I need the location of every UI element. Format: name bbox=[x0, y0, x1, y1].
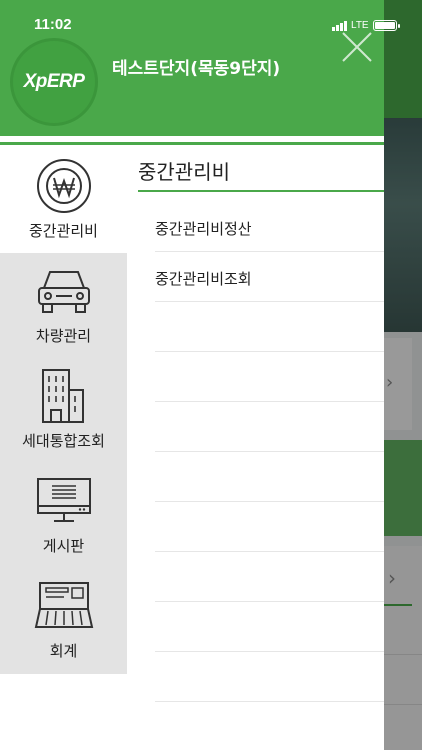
menu-item-empty bbox=[155, 652, 384, 702]
signal-icon bbox=[332, 20, 347, 31]
nav-item-board[interactable]: 게시판 bbox=[0, 463, 127, 568]
complex-name: 테스트단지(목동9단지) bbox=[112, 59, 281, 79]
section-underline bbox=[138, 190, 384, 192]
nav-label: 게시판 bbox=[42, 537, 85, 555]
won-coin-icon bbox=[33, 158, 95, 214]
drawer-overlay-scrim[interactable] bbox=[384, 0, 422, 750]
nav-label: 중간관리비 bbox=[28, 222, 98, 240]
menu-item-empty bbox=[155, 302, 384, 352]
menu-item-empty bbox=[155, 402, 384, 452]
nav-label: 회계 bbox=[49, 642, 78, 660]
building-icon bbox=[33, 368, 95, 424]
menu-item-empty bbox=[155, 702, 384, 750]
nav-label: 세대통합조회 bbox=[22, 432, 105, 450]
close-icon[interactable] bbox=[340, 30, 374, 64]
nav-item-accounting[interactable]: 회계 bbox=[0, 568, 127, 673]
menu-item-fee-settlement[interactable]: 중간관리비정산 bbox=[155, 202, 384, 252]
drawer-header: 11:02 LTE XpERP 테스트단지(목동9단지) bbox=[0, 0, 400, 136]
menu-item-label: 중간관리비조회 bbox=[155, 270, 252, 288]
logo-text: XpERP bbox=[23, 71, 85, 92]
navigation-drawer: 11:02 LTE XpERP 테스트단지(목동9단지) 중간관리비 차량관리 … bbox=[0, 0, 400, 750]
battery-icon bbox=[372, 19, 400, 31]
nav-item-management-fee[interactable]: 중간관리비 bbox=[0, 148, 127, 253]
menu-item-empty bbox=[155, 602, 384, 652]
nav-label: 차량관리 bbox=[35, 327, 92, 345]
menu-item-empty bbox=[155, 552, 384, 602]
category-nav: 중간관리비 차량관리 세대통합조회 게시판 회계 bbox=[0, 148, 127, 674]
nav-item-household-search[interactable]: 세대통합조회 bbox=[0, 358, 127, 463]
status-time: 11:02 bbox=[34, 16, 72, 33]
network-type: LTE bbox=[351, 19, 369, 31]
menu-item-empty bbox=[155, 452, 384, 502]
section-title: 중간관리비 bbox=[138, 160, 230, 184]
nav-item-vehicle[interactable]: 차량관리 bbox=[0, 253, 127, 358]
car-icon bbox=[33, 263, 95, 319]
header-divider bbox=[0, 142, 384, 145]
menu-item-fee-inquiry[interactable]: 중간관리비조회 bbox=[155, 252, 384, 302]
menu-item-empty bbox=[155, 502, 384, 552]
monitor-icon bbox=[33, 473, 95, 529]
menu-item-empty bbox=[155, 352, 384, 402]
menu-item-label: 중간관리비정산 bbox=[155, 220, 252, 238]
app-logo: XpERP bbox=[10, 38, 98, 126]
register-icon bbox=[33, 578, 95, 634]
